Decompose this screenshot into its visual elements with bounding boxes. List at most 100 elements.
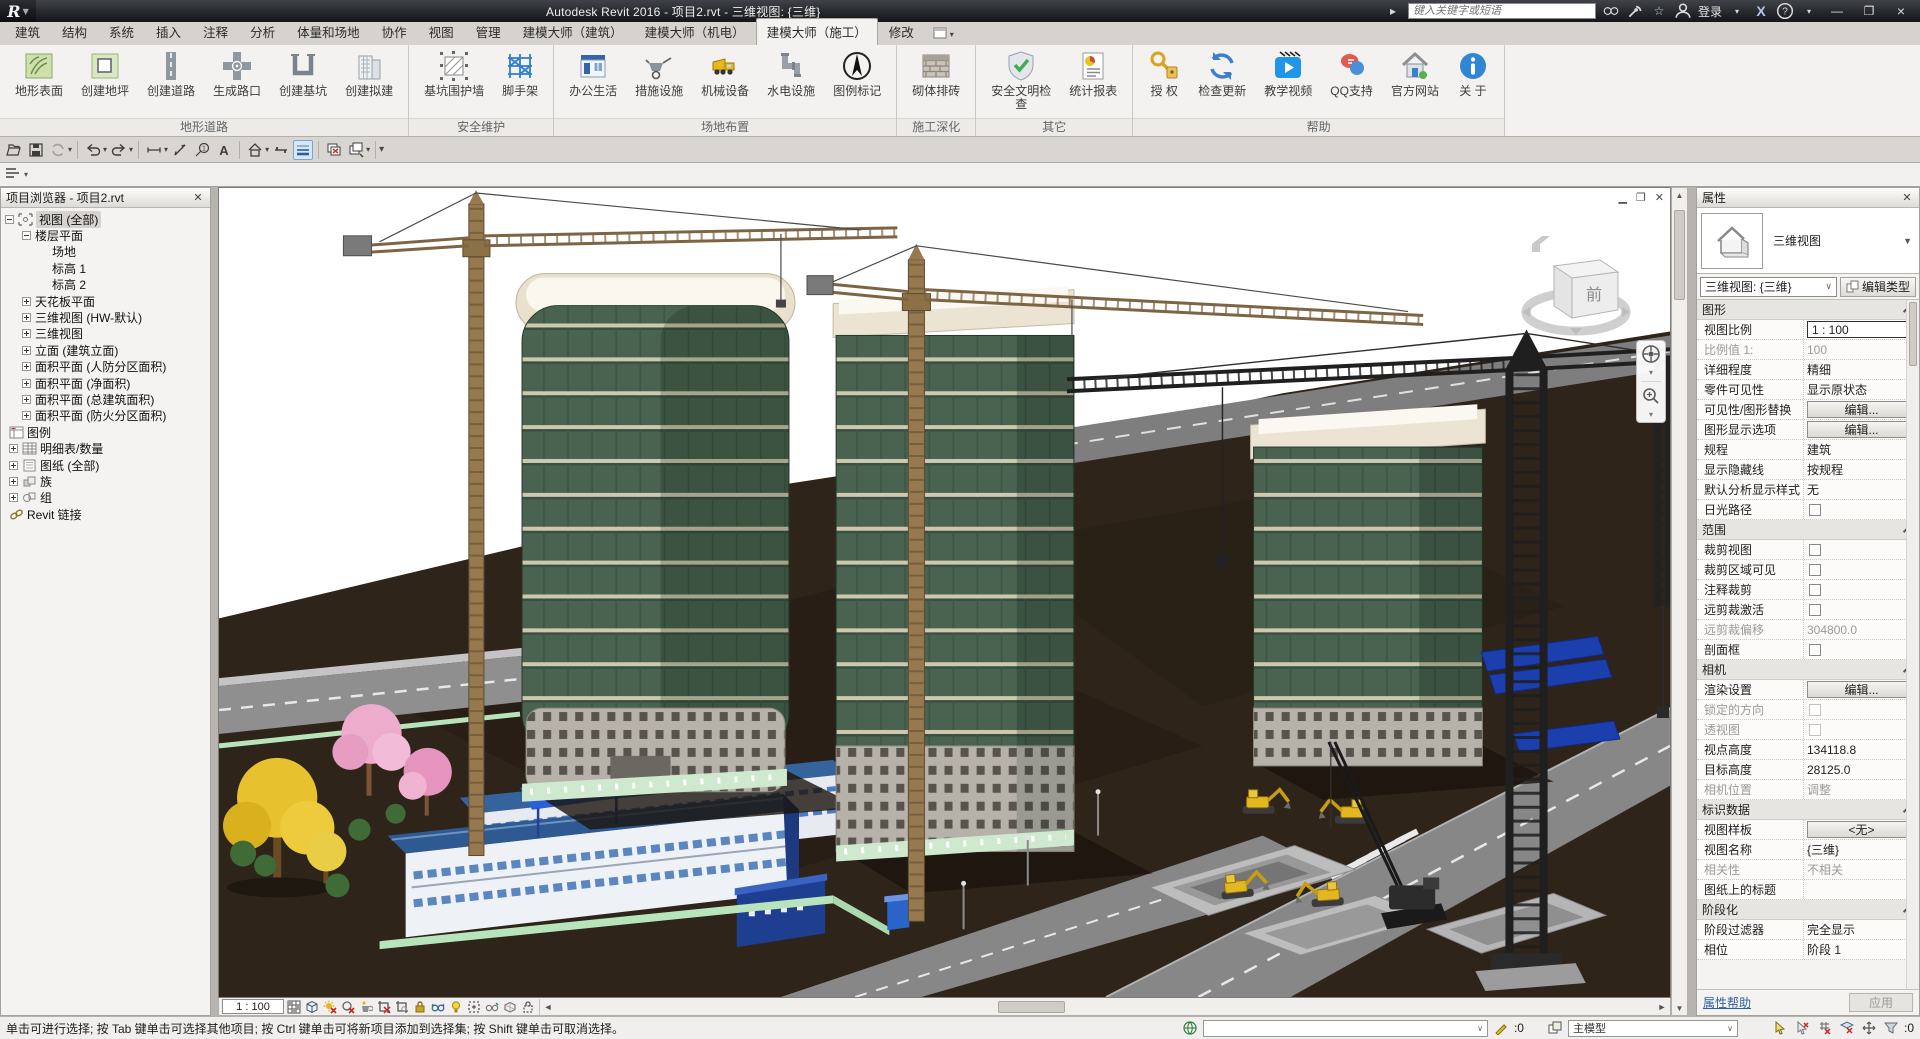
exchange-apps-icon[interactable]: X xyxy=(1752,3,1770,19)
lock-3d-view-icon[interactable] xyxy=(411,999,428,1015)
properties-scrollbar[interactable] xyxy=(1906,300,1919,989)
view-dropdown-icon[interactable]: ▾ xyxy=(265,145,269,154)
machinery-button[interactable]: 机械设备 xyxy=(692,49,758,99)
communication-center-icon[interactable] xyxy=(1626,3,1644,19)
phase-filter-value[interactable]: 完全显示 xyxy=(1803,920,1919,939)
section-extents[interactable]: 范围 xyxy=(1697,520,1919,540)
select-underlay-toggle-icon[interactable] xyxy=(1794,1020,1812,1036)
sync-dropdown-icon[interactable]: ▾ xyxy=(68,145,72,154)
search-input[interactable] xyxy=(1408,3,1596,19)
toposurface-button[interactable]: 地形表面 xyxy=(6,49,72,99)
redo-button[interactable] xyxy=(109,140,129,160)
masonry-layout-button[interactable]: 砌体排砖 xyxy=(903,49,969,99)
type-dropdown-icon[interactable]: ▼ xyxy=(1903,236,1915,246)
official-website-button[interactable]: 官方网站 xyxy=(1382,49,1448,99)
measure-dropdown-icon[interactable]: ▾ xyxy=(164,145,168,154)
detail-level-icon[interactable] xyxy=(285,999,302,1015)
safety-civilization-check-button[interactable]: 安全文明检查 xyxy=(982,49,1060,112)
horizontal-scrollbar[interactable]: ◄ ► xyxy=(539,999,1670,1015)
type-selector[interactable]: 三维视图▼ xyxy=(1697,208,1919,274)
tree-item-area-net[interactable]: 面积平面 (净面积) xyxy=(22,375,210,391)
annotation-crop-checkbox[interactable] xyxy=(1809,584,1821,596)
sync-button[interactable] xyxy=(48,140,68,160)
tree-item-level2[interactable]: 标高 2 xyxy=(52,277,210,293)
shadows-icon[interactable] xyxy=(339,999,356,1015)
expander-icon[interactable] xyxy=(22,297,31,306)
view-name-value[interactable]: {三维} xyxy=(1803,840,1919,859)
expander-icon[interactable] xyxy=(9,477,18,486)
open-button[interactable] xyxy=(4,140,24,160)
properties-help-link[interactable]: 属性帮助 xyxy=(1703,994,1751,1011)
right-splitter[interactable] xyxy=(1688,187,1696,1016)
sun-path-checkbox[interactable] xyxy=(1809,504,1821,516)
design-option-select[interactable]: 主模型∨ xyxy=(1568,1020,1738,1037)
drag-on-selection-toggle-icon[interactable] xyxy=(1860,1020,1878,1036)
sun-path-icon[interactable] xyxy=(321,999,338,1015)
mep-facilities-button[interactable]: 水电设施 xyxy=(758,49,824,99)
tree-item-3d-views[interactable]: 三维视图 xyxy=(22,326,210,342)
analysis-style-value[interactable]: 无 xyxy=(1803,480,1919,499)
wheel-dropdown-icon[interactable]: ▾ xyxy=(1649,368,1653,377)
drawing-area[interactable]: ▁ ❐ ✕ 前 ▾ xyxy=(218,187,1671,998)
tree-item-floor-plans[interactable]: 楼层平面 xyxy=(22,227,210,243)
pit-retaining-wall-button[interactable]: 基坑围护墙 xyxy=(415,49,493,99)
signin-user-icon[interactable] xyxy=(1674,3,1692,19)
check-update-button[interactable]: 检查更新 xyxy=(1189,49,1255,99)
hidden-lines-value[interactable]: 按规程 xyxy=(1803,460,1919,479)
viewport-3d-scene[interactable] xyxy=(219,188,1670,997)
section-box-checkbox[interactable] xyxy=(1809,644,1821,656)
tree-item-schedules[interactable]: 明细表/数量 xyxy=(9,440,210,456)
tree-item-sheets[interactable]: 图纸 (全部) xyxy=(9,457,210,473)
signin-label[interactable]: 登录 xyxy=(1698,3,1722,20)
scroll-down-icon[interactable]: ▼ xyxy=(1676,1001,1684,1015)
design-options-icon[interactable] xyxy=(1546,1020,1564,1036)
detail-level-value[interactable]: 精细 xyxy=(1803,360,1919,379)
expander-icon[interactable] xyxy=(22,411,31,420)
tab-structure[interactable]: 结构 xyxy=(51,18,98,45)
scaffold-button[interactable]: 脚手架 xyxy=(493,49,547,99)
signin-dropdown-icon[interactable]: ▾ xyxy=(1728,3,1746,19)
render-settings-edit-button[interactable]: 编辑... xyxy=(1807,681,1916,698)
switch-windows-dropdown-icon[interactable]: ▾ xyxy=(366,145,370,154)
instance-combo[interactable]: 三维视图: {三维}∨ xyxy=(1700,277,1837,297)
tag-button[interactable]: 1 xyxy=(192,140,212,160)
about-button[interactable]: 关 于 xyxy=(1448,49,1498,99)
section-graphics[interactable]: 图形 xyxy=(1697,300,1919,320)
create-road-button[interactable]: 创建道路 xyxy=(138,49,204,99)
help-dropdown-icon[interactable]: ▾ xyxy=(1800,3,1818,19)
tree-item-elevations[interactable]: 立面 (建筑立面) xyxy=(22,342,210,358)
create-pit-button[interactable]: 创建基坑 xyxy=(270,49,336,99)
worksets-globe-icon[interactable] xyxy=(1181,1020,1199,1036)
expander-icon[interactable] xyxy=(9,444,18,453)
crop-view-icon[interactable] xyxy=(375,999,392,1015)
left-splitter[interactable] xyxy=(211,187,218,1016)
generate-junction-button[interactable]: 生成路口 xyxy=(204,49,270,99)
crop-view-checkbox[interactable] xyxy=(1809,544,1821,556)
filter-icon[interactable] xyxy=(1882,1020,1900,1036)
discipline-value[interactable]: 建筑 xyxy=(1803,440,1919,459)
qat-customize-icon[interactable]: ▾ xyxy=(379,144,384,155)
show-analytical-icon[interactable] xyxy=(483,999,500,1015)
workset-select[interactable]: ∨ xyxy=(1203,1020,1488,1037)
project-browser-close-icon[interactable]: ✕ xyxy=(191,191,205,204)
undo-button[interactable] xyxy=(83,140,103,160)
tree-item-views[interactable]: 视图 (全部) xyxy=(5,211,210,227)
vertical-scrollbar[interactable]: ▲ ▼ xyxy=(1671,187,1688,1016)
restore-button[interactable]: ❐ xyxy=(1856,2,1882,20)
tab-analyze[interactable]: 分析 xyxy=(239,18,286,45)
section-identity[interactable]: 标识数据 xyxy=(1697,800,1919,820)
qq-support-button[interactable]: QQ支持 xyxy=(1321,49,1382,99)
zoom-dropdown-icon[interactable]: ▾ xyxy=(1649,410,1653,419)
section-phasing[interactable]: 阶段化 xyxy=(1697,900,1919,920)
section-camera[interactable]: 相机 xyxy=(1697,660,1919,680)
apply-button[interactable]: 应用 xyxy=(1849,993,1913,1012)
expander-icon[interactable] xyxy=(9,461,18,470)
view-scale-input[interactable]: 1 : 100 xyxy=(1807,321,1916,338)
expander-icon[interactable] xyxy=(22,346,31,355)
zoom-icon[interactable] xyxy=(1641,386,1661,406)
tab-architecture[interactable]: 建筑 xyxy=(4,18,51,45)
expander-icon[interactable] xyxy=(22,362,31,371)
tree-item-families[interactable]: 族 xyxy=(9,473,210,489)
tree-item-ceiling-plans[interactable]: 天花板平面 xyxy=(22,293,210,309)
scroll-left-icon[interactable]: ◄ xyxy=(540,999,556,1015)
